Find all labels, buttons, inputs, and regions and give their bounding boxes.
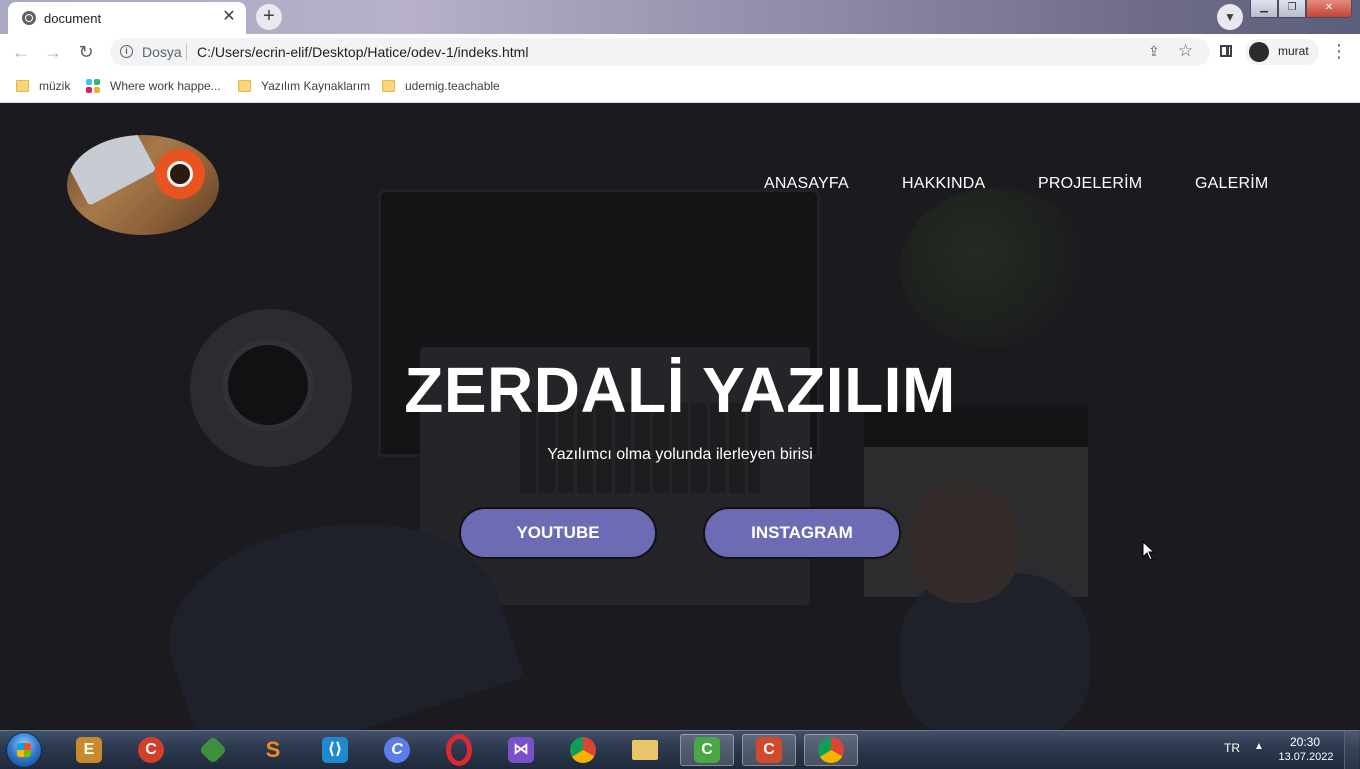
- bookmark-muzik[interactable]: müzik: [16, 77, 70, 95]
- chrome-icon: [818, 737, 844, 763]
- new-tab-button[interactable]: +: [256, 4, 282, 30]
- tray-expand-icon[interactable]: ▲: [1254, 741, 1264, 752]
- mouse-cursor-icon: [1142, 541, 1156, 561]
- taskbar-sublime-text[interactable]: S: [246, 734, 300, 766]
- sublime-text-icon: S: [265, 737, 281, 762]
- bookmark-yazilim-kaynaklarim[interactable]: Yazılım Kaynaklarım: [238, 77, 370, 95]
- profile-name: murat: [1278, 44, 1309, 58]
- info-icon[interactable]: i: [120, 45, 133, 58]
- opera-icon: [446, 734, 472, 766]
- site-info-label[interactable]: Dosya: [142, 44, 182, 60]
- taskbar-visual-studio[interactable]: ⋈: [494, 734, 548, 766]
- show-desktop-button[interactable]: [1344, 731, 1359, 769]
- taskbar-camtasia-recorder[interactable]: C: [680, 734, 734, 766]
- taskbar-git[interactable]: [186, 734, 240, 766]
- bookmark-udemig[interactable]: udemig.teachable: [382, 77, 500, 95]
- restore-button[interactable]: ❐: [1278, 0, 1306, 18]
- back-arrow-icon[interactable]: ←: [10, 41, 32, 63]
- bookmark-star-icon[interactable]: ☆: [1178, 41, 1193, 61]
- close-window-button[interactable]: ✕: [1306, 0, 1352, 18]
- taskbar-email-app[interactable]: E: [62, 734, 116, 766]
- bookmark-label: udemig.teachable: [405, 79, 500, 93]
- git-icon: [198, 735, 228, 765]
- folder-icon: [16, 80, 29, 92]
- taskbar-opera[interactable]: [432, 734, 486, 766]
- browser-tab[interactable]: document ✕: [8, 2, 246, 34]
- ccleaner-icon: C: [138, 737, 164, 763]
- taskbar-chrome-active[interactable]: [804, 734, 858, 766]
- nav-link-hakkinda[interactable]: HAKKINDA: [902, 175, 985, 193]
- camtasia-recorder-icon: C: [694, 737, 720, 763]
- taskbar-camtasia-studio[interactable]: C: [742, 734, 796, 766]
- folder-icon: [238, 80, 251, 92]
- tab-search-chevron-icon[interactable]: ▼: [1217, 4, 1243, 30]
- nav-link-projelerim[interactable]: PROJELERİM: [1038, 175, 1142, 193]
- nav-link-galerim[interactable]: GALERİM: [1195, 175, 1268, 193]
- globe-icon: [22, 11, 36, 25]
- hero-title: ZERDALİ YAZILIM: [404, 354, 956, 426]
- share-icon[interactable]: ⇪: [1148, 43, 1160, 60]
- window-controls: ▁ ❐ ✕: [1250, 0, 1352, 18]
- web-page: ANASAYFA HAKKINDA PROJELERİM GALERİM ZER…: [0, 103, 1360, 730]
- logo-coffee-cup: [167, 161, 193, 187]
- taskbar-ccleaner[interactable]: C: [124, 734, 178, 766]
- address-bar[interactable]: i Dosya C:/Users/ecrin-elif/Desktop/Hati…: [110, 38, 1210, 66]
- clock-date[interactable]: 13.07.2022: [1276, 751, 1336, 763]
- vscode-icon: ⟨⟩: [322, 737, 348, 763]
- profile-button[interactable]: murat: [1245, 39, 1319, 65]
- slack-icon: [86, 79, 100, 93]
- site-logo[interactable]: [67, 135, 219, 235]
- folder-icon: [382, 80, 395, 92]
- taskbar: E C S ⟨⟩ C ⋈ C C TR ▲ 20:30 13.07.2022: [0, 730, 1360, 769]
- side-panel-icon[interactable]: [1220, 45, 1232, 57]
- email-app-icon: E: [76, 737, 102, 763]
- bookmark-slack[interactable]: Where work happe...: [86, 77, 221, 95]
- instagram-button[interactable]: INSTAGRAM: [703, 507, 901, 559]
- url-text[interactable]: C:/Users/ecrin-elif/Desktop/Hatice/odev-…: [197, 44, 528, 60]
- forward-arrow-icon[interactable]: →: [42, 41, 64, 63]
- bookmarks-bar: müzik Where work happe... Yazılım Kaynak…: [0, 70, 1360, 103]
- tab-strip: document ✕ + ▼ ▁ ❐ ✕: [0, 0, 1360, 34]
- youtube-button[interactable]: YOUTUBE: [459, 507, 657, 559]
- taskbar-cursor-editor[interactable]: C: [370, 734, 424, 766]
- bookmark-label: Where work happe...: [110, 79, 221, 93]
- chrome-icon: [570, 737, 596, 763]
- language-indicator[interactable]: TR: [1224, 741, 1240, 755]
- minimize-button[interactable]: ▁: [1250, 0, 1278, 18]
- tab-title: document: [44, 11, 102, 26]
- taskbar-vscode[interactable]: ⟨⟩: [308, 734, 362, 766]
- hero-subtitle: Yazılımcı olma yolunda ilerleyen birisi: [547, 446, 813, 463]
- reload-icon[interactable]: ↻: [75, 41, 97, 63]
- camtasia-studio-icon: C: [756, 737, 782, 763]
- bookmark-label: Yazılım Kaynaklarım: [261, 79, 371, 93]
- kebab-menu-icon[interactable]: ⋮: [1330, 41, 1348, 61]
- folder-icon: [632, 740, 658, 760]
- taskbar-file-explorer[interactable]: [618, 734, 672, 766]
- visual-studio-icon: ⋈: [508, 737, 534, 763]
- avatar: [1249, 42, 1269, 62]
- clock-time[interactable]: 20:30: [1282, 735, 1328, 749]
- windows-flag-icon: [17, 743, 31, 757]
- browser-toolbar: ← → ↻ i Dosya C:/Users/ecrin-elif/Deskto…: [0, 34, 1360, 70]
- bookmark-label: müzik: [39, 79, 71, 93]
- taskbar-chrome[interactable]: [556, 734, 610, 766]
- close-tab-icon[interactable]: ✕: [220, 8, 238, 26]
- start-button[interactable]: [6, 732, 42, 768]
- address-separator: [186, 44, 187, 60]
- nav-link-anasayfa[interactable]: ANASAYFA: [764, 175, 849, 193]
- c-editor-icon: C: [384, 737, 410, 763]
